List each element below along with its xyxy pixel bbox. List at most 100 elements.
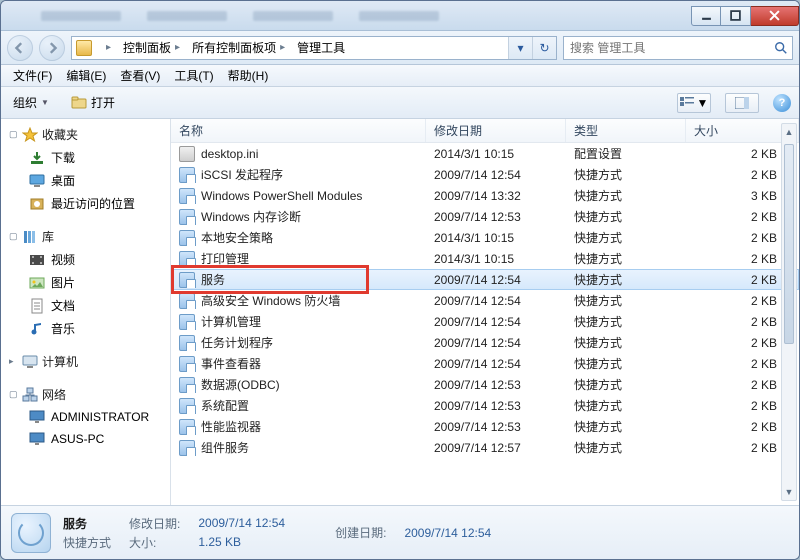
navigation-pane: ▢ 收藏夹 下载 桌面 最近访问的位置 ▢ 库 视频 图片 文档 音乐 ▸ 计算… <box>1 119 171 505</box>
desktop-icon <box>29 173 45 189</box>
file-row[interactable]: 数据源(ODBC)2009/7/14 12:53快捷方式2 KB <box>171 374 799 395</box>
file-row[interactable]: 事件查看器2009/7/14 12:54快捷方式2 KB <box>171 353 799 374</box>
menu-tools[interactable]: 工具(T) <box>168 65 219 86</box>
details-crt-key: 创建日期: <box>335 524 386 541</box>
file-row[interactable]: 组件服务2009/7/14 12:57快捷方式2 KB <box>171 437 799 458</box>
monitor-icon <box>29 431 45 447</box>
breadcrumb-item[interactable]: 控制面板▸ <box>117 37 186 59</box>
file-row[interactable]: 本地安全策略2014/3/1 10:15快捷方式2 KB <box>171 227 799 248</box>
breadcrumb-root[interactable]: ▸ <box>96 37 117 59</box>
file-row[interactable]: iSCSI 发起程序2009/7/14 12:54快捷方式2 KB <box>171 164 799 185</box>
search-icon[interactable] <box>770 41 792 55</box>
monitor-icon <box>29 409 45 425</box>
file-row[interactable]: 打印管理2014/3/1 10:15快捷方式2 KB <box>171 248 799 269</box>
sidebar-item-videos[interactable]: 视频 <box>1 248 170 271</box>
command-bar: 组织▼ 打开 ▼ ? <box>1 87 799 119</box>
file-row[interactable]: 任务计划程序2009/7/14 12:54快捷方式2 KB <box>171 332 799 353</box>
breadcrumb-dropdown-button[interactable]: ▾ <box>508 37 532 59</box>
scroll-thumb[interactable] <box>784 144 794 344</box>
sidebar-item-documents[interactable]: 文档 <box>1 294 170 317</box>
search-input[interactable] <box>564 41 770 55</box>
file-icon <box>179 398 195 414</box>
picture-icon <box>29 275 45 291</box>
column-name[interactable]: 名称 <box>171 119 426 142</box>
file-type: 快捷方式 <box>566 397 686 414</box>
file-row[interactable]: desktop.ini2014/3/1 10:15配置设置2 KB <box>171 143 799 164</box>
maximize-button[interactable] <box>721 6 751 26</box>
sidebar-item-pictures[interactable]: 图片 <box>1 271 170 294</box>
file-date: 2009/7/14 12:54 <box>426 336 566 350</box>
library-icon <box>22 229 38 245</box>
sidebar-group-libraries[interactable]: ▢ 库 <box>1 225 170 248</box>
nav-forward-button[interactable] <box>39 35 65 61</box>
open-button[interactable]: 打开 <box>67 92 119 113</box>
details-mod-value: 2009/7/14 12:54 <box>198 516 285 530</box>
sidebar-item-network-pc[interactable]: ADMINISTRATOR <box>1 406 170 428</box>
sidebar-item-recent[interactable]: 最近访问的位置 <box>1 192 170 215</box>
sidebar-item-music[interactable]: 音乐 <box>1 317 170 340</box>
music-icon <box>29 321 45 337</box>
menu-edit[interactable]: 编辑(E) <box>60 65 112 86</box>
column-type[interactable]: 类型 <box>566 119 686 142</box>
help-button[interactable]: ? <box>773 94 791 112</box>
download-icon <box>29 150 45 166</box>
file-icon <box>179 188 195 204</box>
sidebar-item-downloads[interactable]: 下载 <box>1 146 170 169</box>
file-icon <box>179 146 195 162</box>
titlebar[interactable] <box>1 1 799 31</box>
preview-pane-button[interactable] <box>725 93 759 113</box>
file-name: 服务 <box>201 271 225 288</box>
refresh-button[interactable]: ↻ <box>532 37 556 59</box>
sidebar-group-network[interactable]: ▢ 网络 <box>1 383 170 406</box>
details-pane: 服务 修改日期: 2009/7/14 12:54 快捷方式 大小: 1.25 K… <box>1 505 799 559</box>
file-row[interactable]: 高级安全 Windows 防火墙2009/7/14 12:54快捷方式2 KB <box>171 290 799 311</box>
scroll-up-button[interactable]: ▲ <box>782 124 796 140</box>
breadcrumb-item[interactable]: 管理工具 <box>291 37 351 59</box>
nav-back-button[interactable] <box>7 35 33 61</box>
breadcrumb-box[interactable]: ▸ 控制面板▸ 所有控制面板项▸ 管理工具 ▾ ↻ <box>71 36 557 60</box>
file-name: Windows PowerShell Modules <box>201 189 362 203</box>
file-row[interactable]: 计算机管理2009/7/14 12:54快捷方式2 KB <box>171 311 799 332</box>
file-icon <box>179 356 195 372</box>
file-date: 2014/3/1 10:15 <box>426 231 566 245</box>
file-date: 2009/7/14 12:54 <box>426 357 566 371</box>
file-date: 2014/3/1 10:15 <box>426 252 566 266</box>
sidebar-item-desktop[interactable]: 桌面 <box>1 169 170 192</box>
sidebar-group-favorites[interactable]: ▢ 收藏夹 <box>1 123 170 146</box>
breadcrumb-item[interactable]: 所有控制面板项▸ <box>186 37 291 59</box>
file-row[interactable]: 服务2009/7/14 12:54快捷方式2 KB <box>171 269 799 290</box>
file-date: 2009/7/14 12:54 <box>426 294 566 308</box>
file-date: 2009/7/14 12:54 <box>426 315 566 329</box>
sidebar-item-network-pc[interactable]: ASUS-PC <box>1 428 170 450</box>
file-row[interactable]: 系统配置2009/7/14 12:53快捷方式2 KB <box>171 395 799 416</box>
view-options-button[interactable]: ▼ <box>677 93 711 113</box>
sidebar-group-computer[interactable]: ▸ 计算机 <box>1 350 170 373</box>
document-icon <box>29 298 45 314</box>
close-button[interactable] <box>751 6 799 26</box>
file-date: 2014/3/1 10:15 <box>426 147 566 161</box>
scroll-down-button[interactable]: ▼ <box>782 484 796 500</box>
search-box[interactable] <box>563 36 793 60</box>
details-size-value: 1.25 KB <box>198 535 285 549</box>
file-row[interactable]: Windows 内存诊断2009/7/14 12:53快捷方式2 KB <box>171 206 799 227</box>
open-icon <box>71 95 87 111</box>
menu-help[interactable]: 帮助(H) <box>222 65 275 86</box>
file-row[interactable]: Windows PowerShell Modules 2009/7/14 13:3… <box>171 185 799 206</box>
details-crt-value: 2009/7/14 12:54 <box>404 526 491 540</box>
details-mod-key: 修改日期: <box>129 515 180 532</box>
vertical-scrollbar[interactable]: ▲ ▼ <box>781 123 797 501</box>
file-icon <box>179 440 195 456</box>
file-type: 快捷方式 <box>566 250 686 267</box>
minimize-button[interactable] <box>691 6 721 26</box>
file-type: 快捷方式 <box>566 208 686 225</box>
file-date: 2009/7/14 13:32 <box>426 189 566 203</box>
video-icon <box>29 252 45 268</box>
organize-button[interactable]: 组织▼ <box>9 92 53 113</box>
menu-view[interactable]: 查看(V) <box>114 65 166 86</box>
file-type: 快捷方式 <box>566 355 686 372</box>
column-date[interactable]: 修改日期 <box>426 119 566 142</box>
network-icon <box>22 387 38 403</box>
file-name: 打印管理 <box>201 250 249 267</box>
file-row[interactable]: 性能监视器2009/7/14 12:53快捷方式2 KB <box>171 416 799 437</box>
menu-file[interactable]: 文件(F) <box>7 65 58 86</box>
